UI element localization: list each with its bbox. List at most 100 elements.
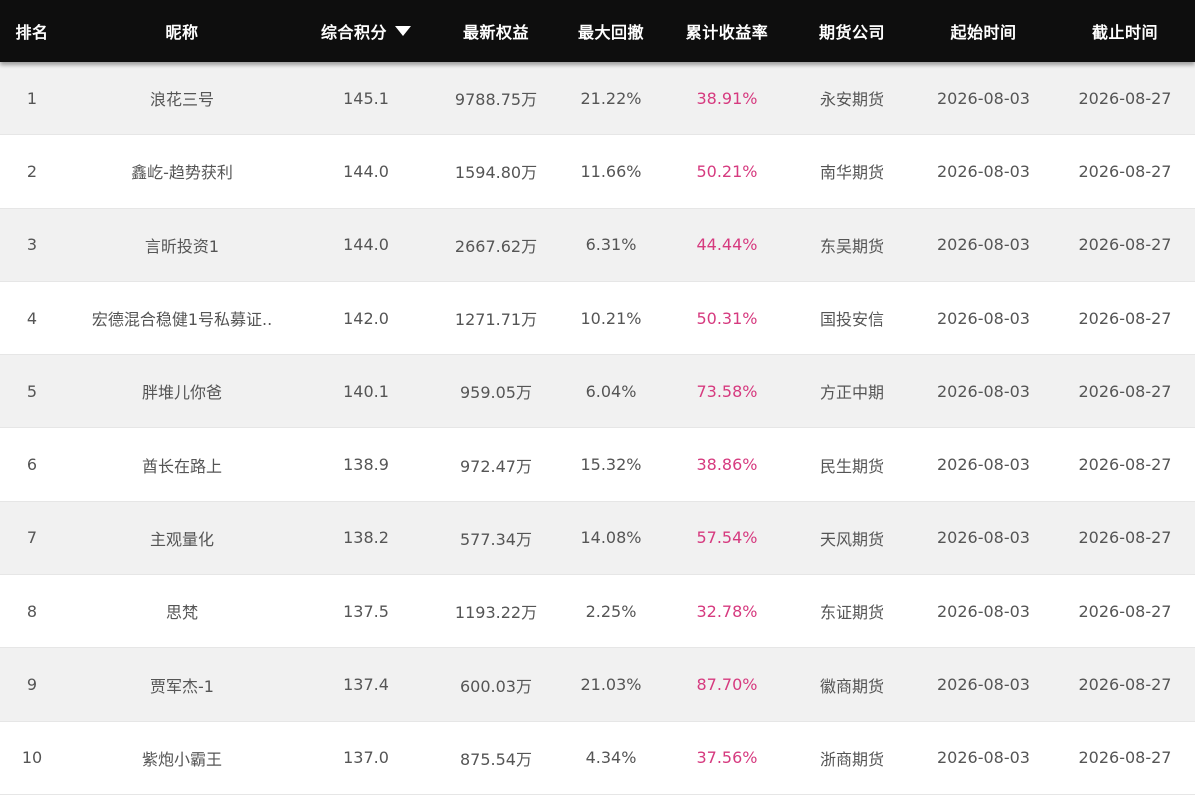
drawdown-cell: 21.22% <box>580 88 642 108</box>
score-cell: 142.0 <box>343 308 389 328</box>
end-date-cell: 2026-08-27 <box>1078 748 1172 768</box>
equity-cell: 875.54万 <box>460 749 532 769</box>
company-cell: 天风期货 <box>819 529 884 549</box>
start-date-cell: 2026-08-03 <box>937 161 1030 181</box>
header-score-label: 综合积分 <box>320 23 387 42</box>
nickname-cell[interactable]: 鑫屹-趋势获利 <box>64 135 300 207</box>
table-row[interactable]: 7 主观量化 138.2 577.34万 14.08% 57.54% 天风期货 2026-08… <box>0 501 1195 576</box>
header-start-date[interactable]: 起始时间 <box>912 0 1055 62</box>
start-date-cell: 2026-08-03 <box>937 528 1030 548</box>
rank-cell: 8 <box>26 601 38 621</box>
start-date-cell: 2026-08-03 <box>937 308 1030 328</box>
header-rank[interactable]: 排名 <box>0 0 64 62</box>
return-cell: 50.21% <box>696 161 758 181</box>
drawdown-cell: 10.21% <box>580 308 642 328</box>
start-date-cell: 2026-08-03 <box>937 601 1030 621</box>
header-equity[interactable]: 最新权益 <box>432 0 560 62</box>
equity-cell: 600.03万 <box>460 676 532 696</box>
drawdown-cell: 21.03% <box>580 675 642 695</box>
company-cell: 东证期货 <box>819 603 884 623</box>
start-date-cell: 2026-08-03 <box>937 381 1030 401</box>
end-date-cell: 2026-08-27 <box>1078 308 1172 328</box>
table-row[interactable]: 3 言昕投资1 144.0 2667.62万 6.31% 44.44% 东吴期货 2026-0… <box>0 208 1195 282</box>
equity-cell: 1271.71万 <box>454 310 538 330</box>
caret-down-icon[interactable] <box>395 26 411 36</box>
score-cell: 137.0 <box>343 748 389 768</box>
header-drawdown[interactable]: 最大回撤 <box>560 0 662 62</box>
drawdown-cell: 4.34% <box>585 748 637 768</box>
nickname-cell[interactable]: 贾军杰-1 <box>64 648 300 720</box>
drawdown-cell: 6.04% <box>585 381 637 401</box>
return-cell: 87.70% <box>696 675 758 695</box>
end-date-cell: 2026-08-27 <box>1078 235 1172 255</box>
nickname-cell[interactable]: 宏德混合稳健1号私募证.. <box>64 282 300 354</box>
header-nickname[interactable]: 昵称 <box>64 0 300 62</box>
company-cell: 徽商期货 <box>819 676 884 696</box>
rank-cell: 1 <box>26 88 38 108</box>
return-cell: 57.54% <box>696 528 758 548</box>
score-cell: 138.2 <box>343 528 389 548</box>
table-header: 排名 昵称 综合积分 最新权益 最大回撤 累计收益率 期货公司 起始时间 截止时… <box>0 0 1195 62</box>
rank-cell: 5 <box>26 381 38 401</box>
rank-cell: 9 <box>26 675 38 695</box>
company-cell: 永安期货 <box>819 90 884 110</box>
table-row[interactable]: 1 浪花三号 145.1 9788.75万 21.22% 38.91% 永安期货 2026-0… <box>0 62 1195 136</box>
rank-cell: 3 <box>26 235 38 255</box>
company-cell: 国投安信 <box>819 310 884 330</box>
nickname-cell[interactable]: 浪花三号 <box>64 62 300 134</box>
drawdown-cell: 14.08% <box>580 528 642 548</box>
score-cell: 138.9 <box>343 455 389 475</box>
header-company[interactable]: 期货公司 <box>792 0 912 62</box>
end-date-cell: 2026-08-27 <box>1078 88 1172 108</box>
score-cell: 145.1 <box>343 88 389 108</box>
table-row[interactable]: 9 贾军杰-1 137.4 600.03万 21.03% 87.70% 徽商期货 2026-0… <box>0 648 1195 722</box>
table-row[interactable]: 8 思梵 137.5 1193.22万 2.25% 32.78% 东证期货 2026-08-0… <box>0 575 1195 649</box>
rank-cell: 2 <box>26 161 38 181</box>
rank-cell: 10 <box>21 748 43 768</box>
score-cell: 144.0 <box>343 235 389 255</box>
drawdown-cell: 15.32% <box>580 455 642 475</box>
score-cell: 137.5 <box>343 601 389 621</box>
equity-cell: 1193.22万 <box>454 603 538 623</box>
return-cell: 73.58% <box>696 381 758 401</box>
equity-cell: 2667.62万 <box>454 236 538 256</box>
equity-cell: 972.47万 <box>460 456 532 476</box>
table-row[interactable]: 5 胖堆儿你爸 140.1 959.05万 6.04% 73.58% 方正中期 2026-08… <box>0 355 1195 429</box>
company-cell: 民生期货 <box>819 456 884 476</box>
rank-cell: 7 <box>26 528 38 548</box>
nickname-cell[interactable]: 紫炮小霸王 <box>64 722 300 794</box>
return-cell: 38.91% <box>696 88 758 108</box>
start-date-cell: 2026-08-03 <box>937 455 1030 475</box>
nickname-cell[interactable]: 言昕投资1 <box>64 209 300 281</box>
nickname-cell[interactable]: 主观量化 <box>64 502 300 574</box>
equity-cell: 9788.75万 <box>454 90 538 110</box>
equity-cell: 577.34万 <box>460 529 532 549</box>
company-cell: 浙商期货 <box>819 749 884 769</box>
table-row[interactable]: 4 宏德混合稳健1号私募证.. 142.0 1271.71万 10.21% 50.31% 国… <box>0 281 1195 356</box>
return-cell: 32.78% <box>696 601 758 621</box>
header-end-date[interactable]: 截止时间 <box>1055 0 1195 62</box>
end-date-cell: 2026-08-27 <box>1078 601 1172 621</box>
score-cell: 144.0 <box>343 161 389 181</box>
drawdown-cell: 11.66% <box>580 161 642 181</box>
table-row[interactable]: 6 酋长在路上 138.9 972.47万 15.32% 38.86% 民生期货 2026-0… <box>0 428 1195 502</box>
nickname-cell[interactable]: 思梵 <box>64 575 300 647</box>
end-date-cell: 2026-08-27 <box>1078 455 1172 475</box>
header-score[interactable]: 综合积分 <box>300 0 432 62</box>
table-row[interactable]: 10 紫炮小霸王 137.0 875.54万 4.34% 37.56% 浙商期货 2026-0… <box>0 721 1195 795</box>
table-body: 1 浪花三号 145.1 9788.75万 21.22% 38.91% 永安期货 2026-0… <box>0 62 1195 795</box>
rank-cell: 4 <box>26 308 38 328</box>
drawdown-cell: 6.31% <box>585 235 637 255</box>
company-cell: 东吴期货 <box>819 236 884 256</box>
company-cell: 南华期货 <box>819 163 884 183</box>
return-cell: 50.31% <box>696 308 758 328</box>
drawdown-cell: 2.25% <box>585 601 637 621</box>
ranking-table: 排名 昵称 综合积分 最新权益 最大回撤 累计收益率 期货公司 起始时间 截止时… <box>0 0 1195 795</box>
table-row[interactable]: 2 鑫屹-趋势获利 144.0 1594.80万 11.66% 50.21% 南华期货 202… <box>0 135 1195 209</box>
header-return[interactable]: 累计收益率 <box>662 0 792 62</box>
nickname-cell[interactable]: 胖堆儿你爸 <box>64 355 300 427</box>
end-date-cell: 2026-08-27 <box>1078 161 1172 181</box>
return-cell: 44.44% <box>696 235 758 255</box>
end-date-cell: 2026-08-27 <box>1078 528 1172 548</box>
nickname-cell[interactable]: 酋长在路上 <box>64 428 300 500</box>
